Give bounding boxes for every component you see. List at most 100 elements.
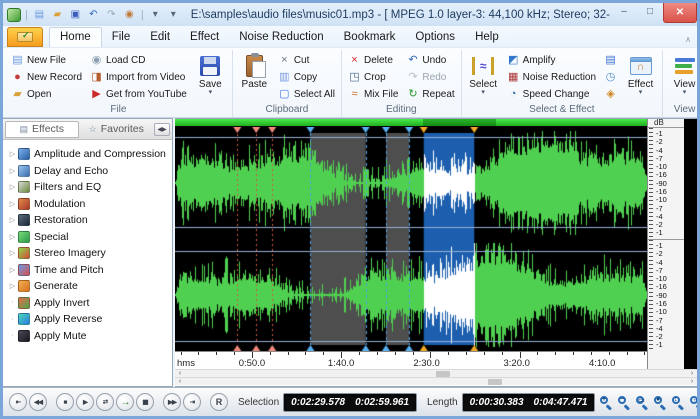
open-icon[interactable]: ▰ (50, 7, 65, 22)
pause-button[interactable]: ▮▮ (136, 393, 154, 411)
app-logo-icon[interactable] (7, 7, 21, 22)
zoom-vertical-out-button[interactable]: ↔ (689, 395, 697, 411)
undo-icon[interactable]: ↶ (86, 7, 101, 22)
horizontal-scrollbar-1[interactable]: ‹ › (175, 369, 697, 377)
dropdown-icon[interactable]: ▾ (148, 7, 163, 22)
cut-button[interactable]: × Cut (275, 52, 338, 68)
zoom-vertical-in-button[interactable]: ↕ (671, 395, 686, 411)
repeat-button[interactable]: ↻ Repeat (403, 86, 457, 102)
tree-item-generate[interactable]: ▷ Generate (7, 278, 170, 295)
tab-noise-reduction[interactable]: Noise Reduction (229, 28, 333, 47)
paste-button[interactable]: Paste (236, 52, 273, 90)
load-cd-button[interactable]: ◉ Load CD (87, 52, 190, 68)
close-button[interactable]: ✕ (663, 3, 697, 23)
horizontal-scrollbar-2[interactable]: ‹ › (175, 377, 697, 385)
scrollbar-thumb[interactable] (488, 379, 503, 385)
noise-reduction-button[interactable]: ▦ Noise Reduction (504, 69, 599, 85)
tab-home[interactable]: Home (49, 27, 102, 47)
crop-button[interactable]: ◳ Crop (345, 69, 401, 85)
customize-toolbar-icon[interactable]: ▾ (166, 7, 181, 22)
redo-icon[interactable]: ↷ (104, 7, 119, 22)
burn-cd-icon[interactable]: ◉ (122, 7, 137, 22)
copy-button[interactable]: ▥ Copy (275, 69, 338, 85)
tree-item-filters-and-eq[interactable]: ▷ Filters and EQ (7, 179, 170, 196)
scroll-right-icon[interactable]: › (687, 378, 697, 386)
tab-options[interactable]: Options (405, 28, 465, 47)
tab-file[interactable]: File (102, 28, 141, 47)
expander-icon[interactable]: ▷ (7, 183, 18, 191)
tree-item-apply-invert[interactable]: · Apply Invert (7, 295, 170, 312)
redo-button[interactable]: ↷ Redo (403, 69, 457, 85)
sidebar-tab-favorites[interactable]: ☆ Favorites (81, 121, 153, 138)
effect-button[interactable]: Effect▾ (622, 52, 659, 96)
select-all-button[interactable]: ▢ Select All (275, 86, 338, 102)
zoom-selection-button[interactable]: ▭ (635, 395, 650, 411)
tree-item-special[interactable]: ▷ Special (7, 229, 170, 246)
overview-bar[interactable] (175, 119, 647, 127)
expander-icon[interactable]: ▷ (7, 216, 18, 224)
stop-button[interactable]: ■ (56, 393, 74, 411)
play-selection-button[interactable]: → (116, 393, 134, 411)
tree-item-apply-reverse[interactable]: · Apply Reverse (7, 311, 170, 328)
application-menu-button[interactable] (7, 27, 43, 47)
ribbon-collapse-icon[interactable]: ∧ (685, 35, 691, 44)
dropdown-arrow-icon[interactable]: ▾ (209, 89, 213, 96)
tab-edit[interactable]: Edit (140, 28, 180, 47)
maximize-button[interactable]: □ (637, 3, 663, 20)
tab-help[interactable]: Help (465, 28, 509, 47)
save-icon[interactable]: ▣ (68, 7, 83, 22)
get-from-youtube-button[interactable]: ▶ Get from YouTube (87, 86, 190, 102)
window-icon-button[interactable]: ▤ (601, 52, 620, 68)
zoom-in-button[interactable]: + (599, 395, 614, 411)
fast-forward-button[interactable]: ▶▶ (163, 393, 181, 411)
tree-item-restoration[interactable]: ▷ Restoration (7, 212, 170, 229)
tree-item-time-and-pitch[interactable]: ▷ Time and Pitch (7, 262, 170, 279)
view-button[interactable]: View ▾ (666, 52, 697, 96)
tree-item-amplitude-and-compression[interactable]: ▷ Amplitude and Compression (7, 146, 170, 163)
skip-start-button[interactable]: ⇤ (9, 393, 27, 411)
play-button[interactable]: ▶ (76, 393, 94, 411)
dropdown-arrow-icon[interactable]: ▾ (683, 89, 687, 96)
expander-icon[interactable]: ▷ (7, 249, 18, 257)
record-button[interactable]: R (210, 393, 228, 411)
import-from-video-button[interactable]: ◨ Import from Video (87, 69, 190, 85)
sidebar-pager-icon[interactable]: ◀▶ (154, 122, 170, 136)
new-file-button[interactable]: ▤ New File (8, 52, 85, 68)
expander-icon[interactable]: ▷ (7, 282, 18, 290)
expander-icon[interactable]: ▷ (7, 150, 18, 158)
rewind-button[interactable]: ◀◀ (29, 393, 47, 411)
tree-item-delay-and-echo[interactable]: ▷ Delay and Echo (7, 163, 170, 180)
select-button[interactable]: ≈ Select ▾ (465, 52, 502, 96)
expander-icon[interactable]: ▷ (7, 233, 18, 241)
dropdown-arrow-icon[interactable]: ▾ (481, 89, 485, 96)
skip-end-button[interactable]: ⇥ (183, 393, 201, 411)
delete-button[interactable]: × Delete (345, 52, 401, 68)
zoom-out-button[interactable]: − (617, 395, 632, 411)
loop-button[interactable]: ⇄ (96, 393, 114, 411)
amplify-button[interactable]: ◩ Amplify (504, 52, 599, 68)
tree-item-stereo-imagery[interactable]: ▷ Stereo Imagery (7, 245, 170, 262)
waveform-canvas[interactable] (175, 127, 647, 351)
open-button[interactable]: ▰ Open (8, 86, 85, 102)
new-file-icon[interactable]: ▤ (32, 7, 47, 22)
mix-file-button[interactable]: ≈ Mix File (345, 86, 401, 102)
tab-effect[interactable]: Effect (180, 28, 229, 47)
zoom-full-button[interactable]: ● (653, 395, 668, 411)
dropdown-arrow-icon[interactable]: ▾ (639, 89, 643, 96)
tree-item-modulation[interactable]: ▷ Modulation (7, 196, 170, 213)
save-button[interactable]: Save ▾ (192, 52, 229, 96)
speed-change-button[interactable]: ◔ Speed Change (504, 86, 599, 102)
expander-icon[interactable]: ▷ (7, 167, 18, 175)
new-record-button[interactable]: ● New Record (8, 69, 85, 85)
clock-icon-button[interactable]: ◷ (601, 69, 620, 85)
text-doc-icon-button[interactable]: ◈ (601, 86, 620, 102)
undo-button[interactable]: ↶ Undo (403, 52, 457, 68)
scroll-left-icon[interactable]: ‹ (175, 378, 185, 386)
timeline-ruler[interactable]: hms 0:50.0 1:40.0 2:30.0 3:20.0 4:10.0 (175, 351, 647, 369)
sidebar-tab-effects[interactable]: ▤ Effects (5, 120, 79, 138)
tab-bookmark[interactable]: Bookmark (334, 28, 406, 47)
minimize-button[interactable]: – (611, 3, 637, 20)
tree-item-apply-mute[interactable]: · Apply Mute (7, 328, 170, 345)
expander-icon[interactable]: ▷ (7, 266, 18, 274)
expander-icon[interactable]: ▷ (7, 200, 18, 208)
